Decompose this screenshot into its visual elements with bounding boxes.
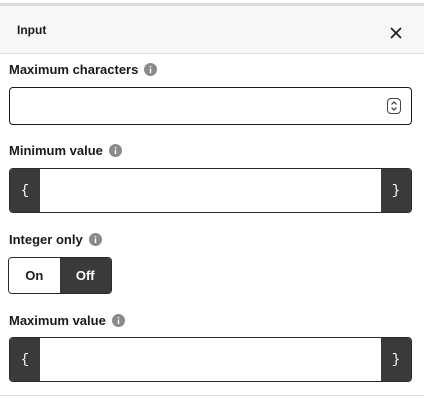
- maximum-value-input[interactable]: [46, 338, 376, 381]
- stepper-arrows-icon: [391, 101, 397, 111]
- maximum-value-field: { }: [9, 337, 412, 382]
- integer-only-label-row: Integer only: [9, 232, 102, 247]
- open-brace: {: [10, 169, 40, 212]
- close-icon: [390, 27, 402, 39]
- integer-only-toggle: On Off: [8, 257, 112, 294]
- close-brace: }: [381, 169, 411, 212]
- minimum-value-label-row: Minimum value: [9, 143, 122, 158]
- toggle-on-option[interactable]: On: [9, 258, 60, 293]
- integer-only-label: Integer only: [9, 232, 83, 247]
- close-brace: }: [381, 338, 411, 381]
- toggle-off-option[interactable]: Off: [59, 258, 111, 293]
- info-icon[interactable]: [108, 144, 122, 157]
- bottom-divider: [0, 395, 424, 396]
- maximum-value-label: Maximum value: [9, 313, 106, 328]
- info-icon[interactable]: [144, 63, 158, 76]
- max-characters-label: Maximum characters: [9, 62, 139, 77]
- panel-header: Input: [0, 6, 424, 54]
- max-characters-field: [9, 87, 412, 125]
- max-characters-input[interactable]: [18, 88, 378, 124]
- max-characters-label-row: Maximum characters: [9, 62, 158, 77]
- open-brace: {: [10, 338, 40, 381]
- minimum-value-field: { }: [9, 168, 412, 213]
- minimum-value-label: Minimum value: [9, 143, 103, 158]
- maximum-value-label-row: Maximum value: [9, 313, 125, 328]
- minimum-value-input[interactable]: [46, 169, 376, 212]
- info-icon[interactable]: [88, 233, 102, 246]
- close-button[interactable]: [385, 22, 407, 44]
- panel-title: Input: [17, 23, 47, 37]
- number-stepper[interactable]: [387, 98, 401, 114]
- info-icon[interactable]: [111, 314, 125, 327]
